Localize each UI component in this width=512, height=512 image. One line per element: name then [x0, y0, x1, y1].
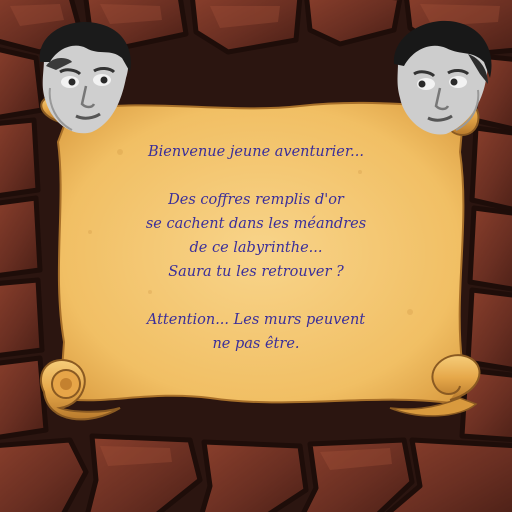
- greeting-text: Bienvenue jeune aventurier...: [147, 144, 365, 160]
- story-line: Des coffres remplis d'or: [168, 192, 344, 208]
- warning-line: Attention... Les murs peuvent: [146, 312, 366, 328]
- story-line: Saura tu les retrouver ?: [168, 264, 344, 280]
- warning-line: ne pas être.: [212, 336, 300, 352]
- story-line: de ce labyrinthe...: [189, 240, 323, 256]
- face-portrait-icon: [393, 20, 492, 135]
- story-line: se cachent dans les méandres: [145, 216, 367, 232]
- face-portrait-icon: [39, 21, 131, 134]
- intro-screen: Bienvenue jeune aventurier... Des coffre…: [0, 0, 512, 512]
- scroll-message: Bienvenue jeune aventurier... Des coffre…: [70, 140, 442, 356]
